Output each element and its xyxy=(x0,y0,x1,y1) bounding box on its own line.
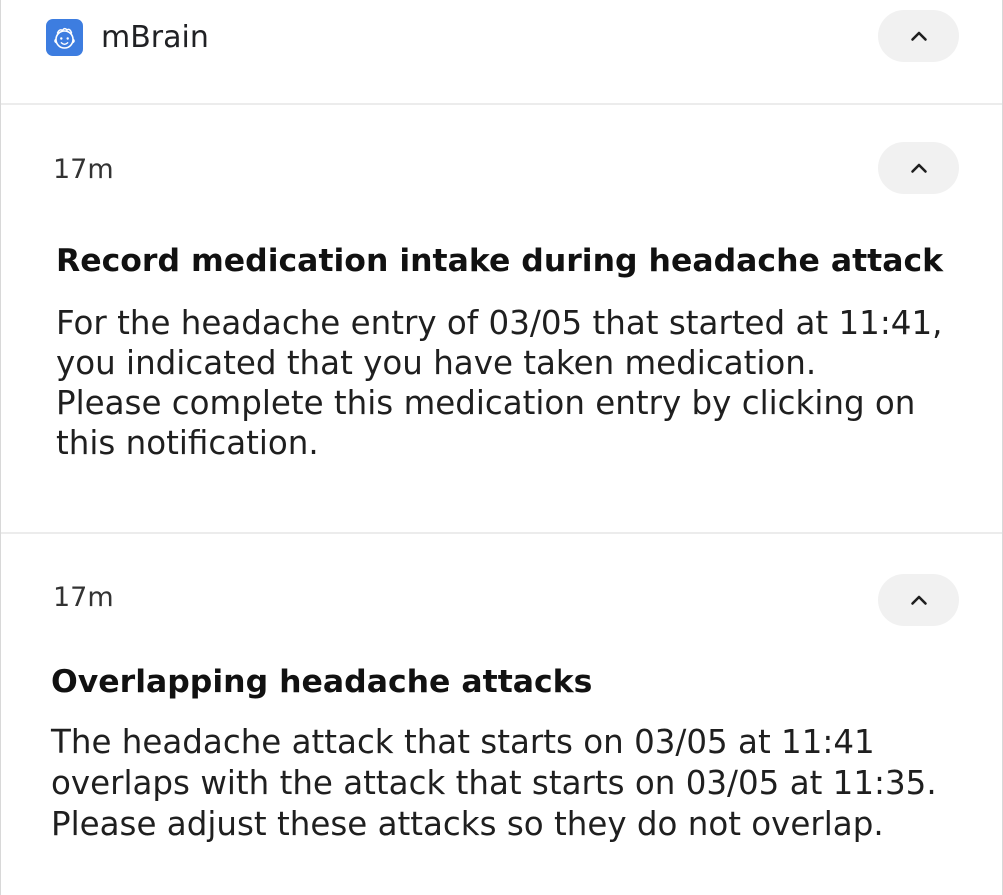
collapse-notification-button[interactable] xyxy=(878,142,959,194)
notification-time: 17m xyxy=(53,154,114,185)
chevron-up-icon xyxy=(910,163,927,173)
notification-body: The headache attack that starts on 03/05… xyxy=(51,723,937,843)
chevron-up-icon xyxy=(910,31,927,41)
collapse-group-button[interactable] xyxy=(878,10,959,62)
collapse-notification-button[interactable] xyxy=(878,574,959,626)
notification-overlapping-attacks[interactable]: 17m Overlapping headache attacks The hea… xyxy=(1,534,1002,895)
mbrain-app-icon xyxy=(46,19,83,56)
app-name: mBrain xyxy=(101,20,209,55)
notification-title: Record medication intake during headache… xyxy=(56,243,944,279)
notification-time: 17m xyxy=(53,582,114,613)
notification-medication-intake[interactable]: 17m Record medication intake during head… xyxy=(1,105,1002,532)
chevron-up-icon xyxy=(910,595,927,605)
notification-title: Overlapping headache attacks xyxy=(51,664,593,700)
notification-group-header: mBrain xyxy=(1,0,1002,103)
notification-group: mBrain 17m Record medication intake duri… xyxy=(0,0,1003,895)
notification-body: For the headache entry of 03/05 that sta… xyxy=(56,304,943,462)
